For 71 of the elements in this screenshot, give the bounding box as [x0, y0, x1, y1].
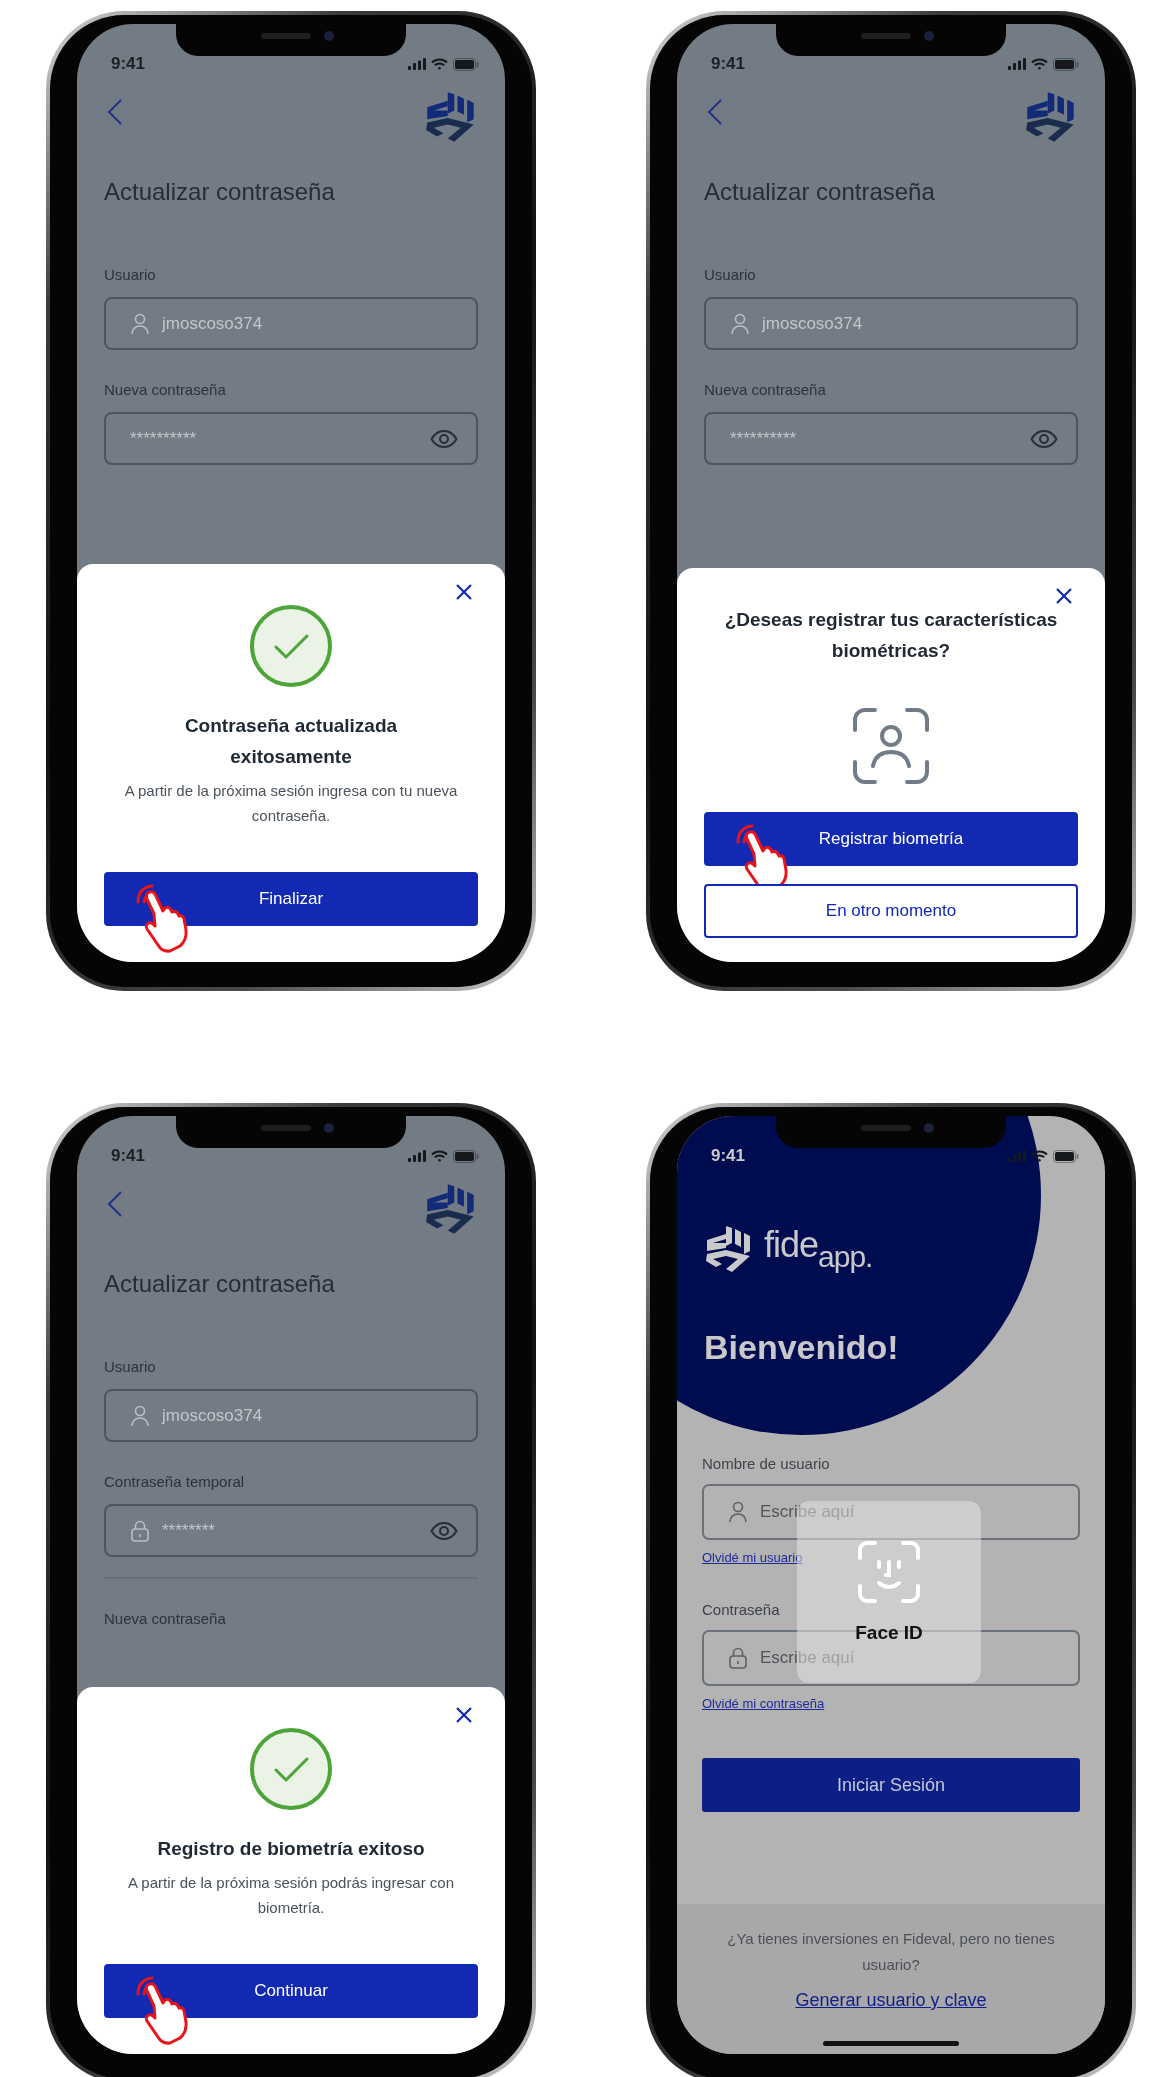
- battery-icon: [453, 57, 479, 71]
- signal-icon: [1008, 1150, 1026, 1162]
- wifi-icon: [1031, 58, 1048, 70]
- primary-button[interactable]: Registrar biometría: [704, 812, 1078, 866]
- footer-text: ¿Ya tienes inversiones en Fideval, pero no tienes usuario?: [726, 1929, 1056, 1975]
- field-label: Usuario: [704, 265, 757, 285]
- page-title: Actualizar contraseña: [103, 1269, 336, 1299]
- speaker-grille: [261, 33, 311, 39]
- forgot-link[interactable]: Olvidé mi contraseña: [702, 1696, 825, 1711]
- sheet-message: A partir de la próxima sesión ingresa con tu nueva contraseña.: [123, 781, 459, 826]
- lock-icon: [130, 1519, 150, 1542]
- speaker-grille: [261, 1125, 311, 1131]
- camera-lens: [324, 1123, 334, 1133]
- close-icon[interactable]: [1056, 588, 1072, 604]
- battery-icon: [1053, 57, 1079, 71]
- sheet-title: Registro de biometría exitoso: [156, 1837, 426, 1861]
- speaker-grille: [861, 33, 911, 39]
- close-icon[interactable]: [456, 584, 472, 600]
- camera-lens: [324, 31, 334, 41]
- close-icon[interactable]: [456, 1707, 472, 1723]
- field-label: Contraseña temporal: [104, 1472, 246, 1492]
- field-label: Contraseña: [702, 1600, 781, 1620]
- back-icon[interactable]: [707, 98, 723, 126]
- status-time: 9:41: [711, 54, 746, 74]
- signal-icon: [1008, 58, 1026, 70]
- battery-icon: [453, 1149, 479, 1163]
- status-time: 9:41: [111, 1146, 146, 1166]
- primary-button[interactable]: Finalizar: [104, 872, 478, 926]
- eye-icon[interactable]: [1030, 429, 1058, 448]
- register-link[interactable]: Generar usuario y clave: [795, 1990, 987, 2011]
- user-icon: [130, 312, 150, 335]
- forgot-link[interactable]: Olvidé mi usuario: [702, 1550, 803, 1565]
- field-label: Nueva contraseña: [704, 380, 827, 400]
- login-button[interactable]: Iniciar Sesión: [702, 1758, 1080, 1812]
- primary-button[interactable]: Continuar: [104, 1964, 478, 2018]
- back-icon[interactable]: [107, 1190, 123, 1218]
- brand-name: fide$_{app.}$: [764, 1224, 873, 1274]
- secondary-button[interactable]: En otro momento: [704, 884, 1078, 938]
- page-title: Actualizar contraseña: [103, 177, 336, 207]
- sheet-title: Contraseña actualizada exitosamente: [183, 714, 399, 769]
- status-time: 9:41: [111, 54, 146, 74]
- status-time: 9:41: [711, 1146, 746, 1166]
- check-circle-icon: [249, 604, 333, 688]
- field-label: Nombre de usuario: [702, 1454, 831, 1474]
- user-icon: [730, 312, 750, 335]
- face-scan-icon: [851, 706, 931, 786]
- lock-icon: [728, 1647, 748, 1669]
- user-icon: [130, 1404, 150, 1427]
- field-label: Usuario: [104, 265, 157, 285]
- wifi-icon: [1031, 1150, 1048, 1162]
- signal-icon: [408, 58, 426, 70]
- sheet-title: ¿Deseas registrar tus características biométricas?: [723, 608, 1059, 663]
- sheet-message: A partir de la próxima sesión podrás ingresar con biometría.: [127, 1873, 455, 1918]
- camera-lens: [924, 1123, 934, 1133]
- face-id-icon: [857, 1540, 921, 1604]
- user-icon: [728, 1501, 748, 1523]
- page-title: Actualizar contraseña: [703, 177, 936, 207]
- field-label: Nueva contraseña: [104, 380, 227, 400]
- check-circle-icon: [249, 1727, 333, 1811]
- back-icon[interactable]: [107, 98, 123, 126]
- field-label: Nueva contraseña: [104, 1609, 227, 1629]
- signal-icon: [408, 1150, 426, 1162]
- battery-icon: [1053, 1149, 1079, 1163]
- wifi-icon: [431, 1150, 448, 1162]
- speaker-grille: [861, 1125, 911, 1131]
- camera-lens: [924, 31, 934, 41]
- eye-icon[interactable]: [430, 1521, 458, 1540]
- wifi-icon: [431, 58, 448, 70]
- welcome-heading: Bienvenido!: [703, 1332, 900, 1362]
- field-label: Usuario: [104, 1357, 157, 1377]
- eye-icon[interactable]: [430, 429, 458, 448]
